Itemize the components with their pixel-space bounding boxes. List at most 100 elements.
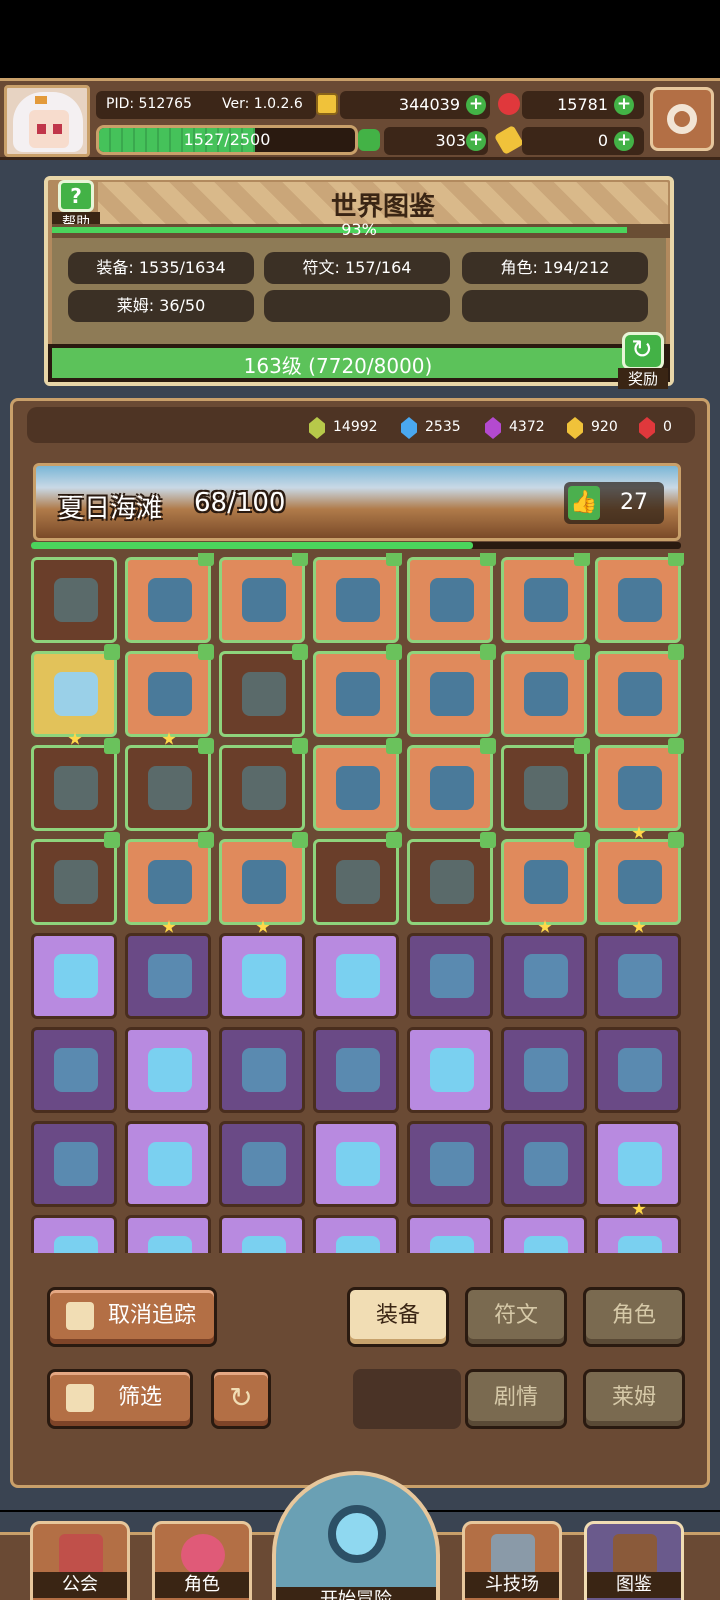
equipment-cell[interactable] [125,1121,211,1207]
equipment-cell[interactable] [501,553,590,643]
tab-story[interactable]: 剧情 [465,1369,567,1429]
ruby-icon [498,93,520,115]
equipment-cell[interactable] [313,738,402,831]
equipment-cell[interactable] [313,1121,399,1207]
equipment-grid[interactable] [29,553,699,1253]
tab-character[interactable]: 角色 [583,1287,685,1347]
equipment-cell[interactable] [595,644,684,737]
tracked-thumbs-up-icon [480,738,496,754]
equipment-cell[interactable] [501,1027,587,1113]
equipment-cell[interactable] [407,553,496,643]
filter-button[interactable]: 筛选 [47,1369,193,1429]
star-icon [68,732,82,745]
equipment-cell[interactable] [407,1027,493,1113]
equipment-cell[interactable] [31,1215,117,1253]
equipment-cell[interactable] [31,557,117,643]
equipment-cell[interactable] [595,933,681,1019]
equipment-cell[interactable] [595,832,684,933]
equipment-cell[interactable] [219,644,308,737]
nav-character[interactable]: 角色 [152,1521,252,1600]
equipment-cell[interactable] [31,738,120,831]
star-icon [632,826,646,839]
equipment-cell[interactable] [407,832,496,925]
equipment-cell[interactable] [407,644,496,737]
equipment-cell[interactable] [407,738,496,831]
equipment-cell[interactable] [501,738,590,831]
equipment-cell[interactable] [219,1121,305,1207]
equipment-cell[interactable] [501,644,590,737]
reward-button[interactable]: 奖励 [616,332,672,389]
equipment-cell[interactable] [31,933,117,1019]
equipment-cell[interactable] [407,933,493,1019]
equipment-item-icon [148,954,192,998]
equipment-cell[interactable] [31,644,120,745]
blue-gem-count: 2535 [425,419,461,435]
settings-button[interactable] [650,87,714,151]
area-banner[interactable]: 夏日海滩 68/100 👍 27 [33,463,681,541]
equipment-cell[interactable] [125,933,211,1019]
equipment-cell[interactable] [313,553,402,643]
equipment-item-icon [336,1048,380,1092]
equipment-cell[interactable] [595,738,684,839]
equipment-cell[interactable] [31,1121,117,1207]
equipment-cell[interactable] [407,1121,493,1207]
tab-equipment[interactable]: 装备 [347,1287,449,1347]
equipment-cell[interactable] [501,1215,587,1253]
equipment-cell[interactable] [219,738,308,831]
like-counter[interactable]: 👍 27 [564,482,664,524]
add-key-icon[interactable]: + [614,131,634,151]
equipment-cell[interactable] [125,738,214,831]
nav-arena[interactable]: 斗技场 [462,1521,562,1600]
equipment-cell[interactable] [501,933,587,1019]
equipment-cell[interactable] [125,644,214,745]
equipment-cell[interactable] [219,832,308,933]
bottom-navigation: 公会 角色 开始冒险 斗技场 图鉴 [0,1471,720,1600]
reward-label: 奖励 [618,368,668,389]
tab-rune[interactable]: 符文 [465,1287,567,1347]
tracked-thumbs-up-icon [668,832,684,848]
nav-arena-label: 斗技场 [465,1572,559,1598]
nav-guild[interactable]: 公会 [30,1521,130,1600]
equipment-cell[interactable] [313,1215,399,1253]
add-ruby-icon[interactable]: + [614,95,634,115]
equipment-cell[interactable] [313,933,399,1019]
tracked-thumbs-up-icon [574,738,590,754]
equipment-cell[interactable] [219,933,305,1019]
equipment-cell[interactable] [501,1121,587,1207]
filter-label: 筛选 [117,1385,162,1410]
equipment-cell[interactable] [595,1215,681,1253]
avatar[interactable] [4,85,90,157]
nav-encyclopedia[interactable]: 图鉴 [584,1521,684,1600]
equipment-cell[interactable] [125,832,214,933]
tracked-thumbs-up-icon [574,832,590,848]
star-icon [632,920,646,933]
equipment-cell[interactable] [313,832,402,925]
tracked-thumbs-up-icon [292,553,308,566]
equipment-cell[interactable] [219,1027,305,1113]
equipment-cell[interactable] [313,1027,399,1113]
refresh-button[interactable]: ↻ [211,1369,271,1429]
equipment-cell[interactable] [31,1027,117,1113]
tab-slime[interactable]: 莱姆 [583,1369,685,1429]
equipment-cell[interactable] [595,553,684,643]
equipment-cell[interactable] [595,1027,681,1113]
tracked-thumbs-up-icon [198,832,214,848]
gear-icon [667,104,697,134]
equipment-cell[interactable] [31,832,120,925]
equipment-cell[interactable] [501,832,590,933]
add-clover-icon[interactable]: + [466,131,486,151]
equipment-cell[interactable] [125,1215,211,1253]
equipment-cell[interactable] [219,553,308,643]
collection-panel: 14992 2535 4372 920 0 夏日海滩 68/100 👍 27 取… [10,398,710,1488]
equipment-cell[interactable] [219,1215,305,1253]
untrack-button[interactable]: 取消追踪 [47,1287,217,1347]
player-id: PID: 512765 [106,96,192,112]
equipment-cell[interactable] [407,1215,493,1253]
equipment-cell[interactable] [313,644,402,737]
equipment-item-icon [430,1236,474,1253]
add-gold-icon[interactable]: + [466,95,486,115]
refresh-reward-icon [622,332,664,370]
equipment-cell[interactable] [125,1027,211,1113]
equipment-cell[interactable] [125,553,214,643]
equipment-cell[interactable] [595,1121,681,1215]
